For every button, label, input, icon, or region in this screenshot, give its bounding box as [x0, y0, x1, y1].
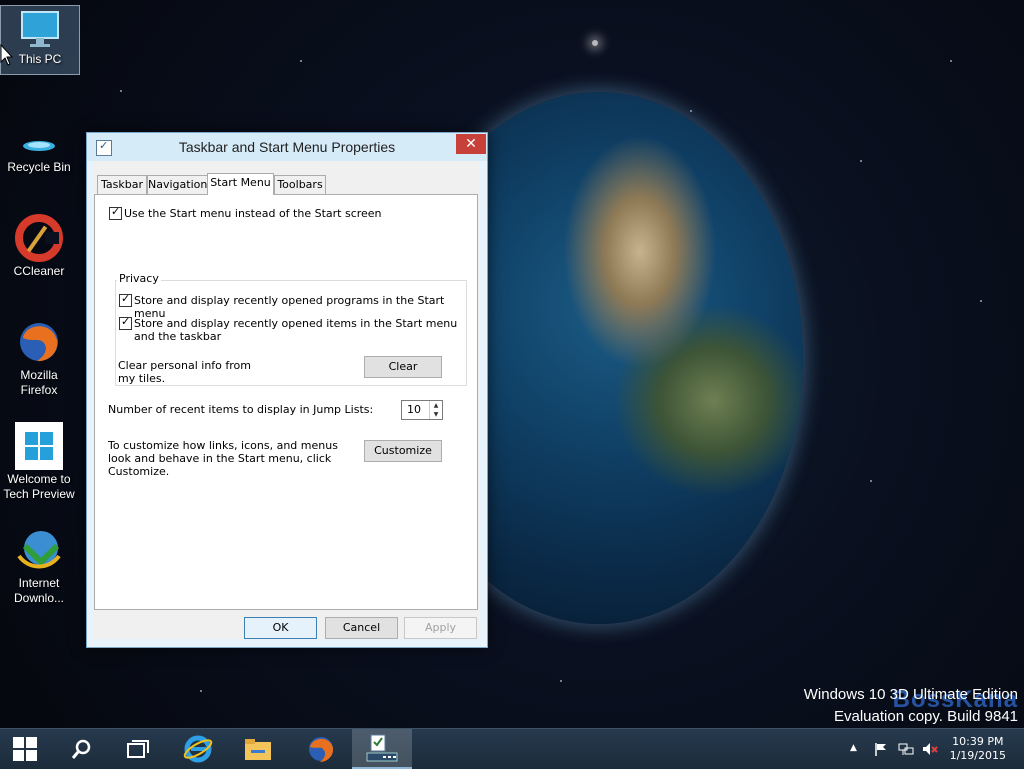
- watermark: BossKana Windows 10 3D Ultimate Edition …: [804, 684, 1018, 728]
- desktop-icon-label: Recycle Bin: [7, 160, 71, 174]
- flag-icon[interactable]: [874, 742, 888, 759]
- tab-navigation[interactable]: Navigation: [147, 175, 208, 194]
- properties-dialog: Taskbar and Start Menu Properties ✕ Task…: [86, 132, 488, 648]
- recent-items-checkbox[interactable]: [119, 315, 132, 330]
- windows-start-icon: [13, 737, 37, 761]
- chevron-up-icon[interactable]: ▲: [850, 743, 857, 753]
- use-start-menu-label[interactable]: Use the Start menu instead of the Start …: [124, 207, 382, 220]
- desktop-icon-recycle-bin[interactable]: Recycle Bin: [0, 122, 78, 175]
- customize-text: To customize how links, icons, and menus…: [108, 439, 338, 478]
- task-view-button[interactable]: [108, 729, 168, 769]
- spinner-down-icon[interactable]: ▼: [430, 410, 442, 419]
- jump-lists-label: Number of recent items to display in Jum…: [108, 403, 374, 416]
- dialog-titlebar[interactable]: Taskbar and Start Menu Properties ✕: [87, 133, 487, 161]
- clear-info-text: Clear personal info from my tiles.: [118, 359, 251, 385]
- file-explorer-button[interactable]: [228, 729, 288, 769]
- internet-explorer-button[interactable]: [168, 729, 228, 769]
- desktop-icon-label: Welcome to Tech Preview: [3, 472, 75, 501]
- apply-button: Apply: [404, 617, 477, 639]
- star: [980, 300, 982, 302]
- desktop-icon-welcome[interactable]: Welcome to Tech Preview: [0, 422, 78, 502]
- desktop-icon-label: CCleaner: [13, 264, 65, 278]
- desktop-icon-firefox[interactable]: Mozilla Firefox: [0, 318, 78, 398]
- idm-icon: [15, 526, 63, 574]
- taskbar-properties-icon: [366, 734, 398, 762]
- desktop-icon-idm[interactable]: Internet Downlo...: [0, 526, 78, 606]
- recent-items-label[interactable]: Store and display recently opened items …: [134, 317, 459, 343]
- watermark-build: Evaluation copy. Build 9841: [833, 708, 1018, 725]
- desktop-icon-label: Mozilla Firefox: [20, 368, 58, 397]
- this-pc-icon: [16, 6, 64, 50]
- dialog-client-area: Taskbar Navigation Start Menu Toolbars U…: [93, 161, 479, 639]
- clear-button[interactable]: Clear: [364, 356, 442, 378]
- volume-muted-icon[interactable]: [922, 742, 938, 759]
- star: [300, 60, 302, 62]
- use-start-menu-checkbox[interactable]: [109, 205, 122, 220]
- tab-start-menu[interactable]: Start Menu: [207, 173, 274, 195]
- close-button[interactable]: ✕: [456, 134, 486, 154]
- jump-lists-spinner[interactable]: 10 ▲ ▼: [401, 400, 443, 420]
- bright-star: [592, 40, 598, 46]
- search-icon: [71, 739, 91, 759]
- privacy-group-title: Privacy: [117, 272, 161, 285]
- star: [690, 110, 692, 112]
- dialog-title: Taskbar and Start Menu Properties: [178, 139, 396, 155]
- spinner-up-icon[interactable]: ▲: [430, 401, 442, 410]
- cancel-button[interactable]: Cancel: [325, 617, 398, 639]
- clock-date: 1/19/2015: [949, 749, 1006, 762]
- recycle-bin-icon: [15, 122, 63, 158]
- star: [560, 680, 562, 682]
- mouse-cursor-icon: [0, 44, 14, 66]
- firefox-icon: [309, 737, 334, 762]
- desktop-icon-ccleaner[interactable]: CCleaner: [0, 214, 78, 279]
- tab-toolbars[interactable]: Toolbars: [274, 175, 326, 194]
- ccleaner-icon: [15, 214, 63, 262]
- network-icon[interactable]: [898, 742, 914, 759]
- desktop-icon-label: Internet Downlo...: [13, 576, 65, 605]
- taskbar-clock[interactable]: 10:39 PM 1/19/2015: [950, 735, 1006, 763]
- taskbar: ▲ 10:39 PM 1/19/2015: [0, 728, 1024, 769]
- star: [120, 90, 122, 92]
- star: [200, 690, 202, 692]
- internet-explorer-icon: [183, 735, 213, 763]
- spinner-arrows[interactable]: ▲ ▼: [429, 401, 442, 419]
- firefox-icon: [15, 318, 63, 366]
- task-view-icon: [127, 740, 149, 758]
- start-button[interactable]: [0, 729, 50, 769]
- folder-icon: [245, 739, 271, 760]
- search-button[interactable]: [52, 729, 112, 769]
- star: [870, 480, 872, 482]
- watermark-edition: Windows 10 3D Ultimate Edition: [803, 686, 1018, 703]
- jump-lists-value[interactable]: 10: [407, 403, 421, 416]
- recent-programs-checkbox[interactable]: [119, 292, 132, 307]
- windows-logo-icon: [15, 422, 63, 470]
- properties-taskbar-button[interactable]: [352, 729, 412, 769]
- clock-time: 10:39 PM: [952, 735, 1004, 748]
- ok-button[interactable]: OK: [244, 617, 317, 639]
- star: [860, 160, 862, 162]
- start-menu-panel: Use the Start menu instead of the Start …: [94, 194, 478, 610]
- customize-button[interactable]: Customize: [364, 440, 442, 462]
- tab-taskbar[interactable]: Taskbar: [97, 175, 147, 194]
- star: [950, 60, 952, 62]
- firefox-taskbar-button[interactable]: [291, 729, 351, 769]
